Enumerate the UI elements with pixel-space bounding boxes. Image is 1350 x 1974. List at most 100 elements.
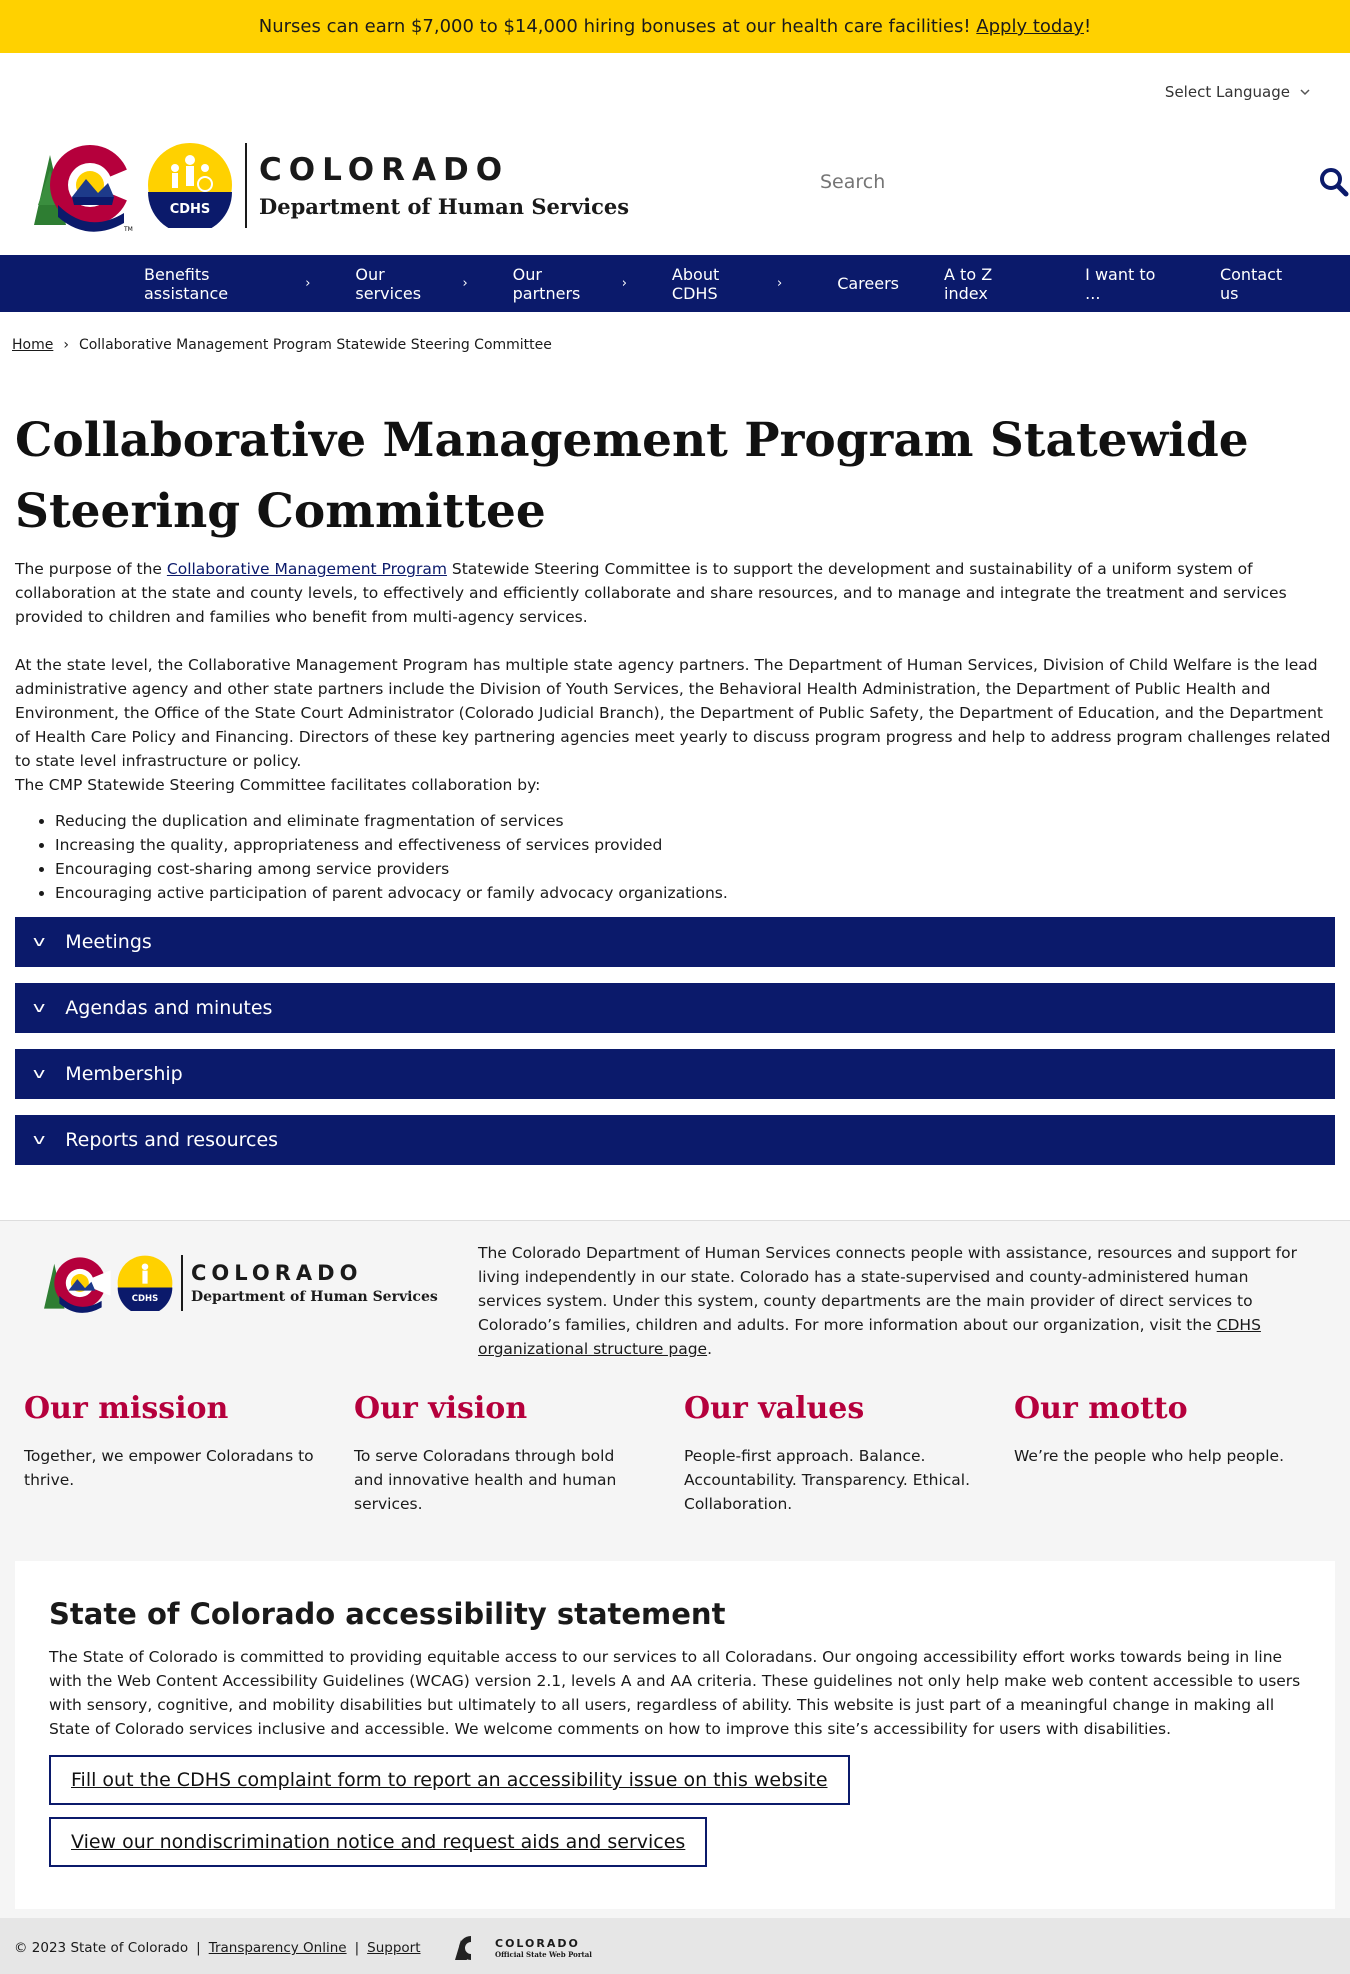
search-input[interactable]: [810, 162, 1290, 202]
pillar-values: Our values People-first approach. Balance…: [684, 1391, 1014, 1516]
cdhs-badge-label: CDHS: [132, 1293, 158, 1303]
pillar-text: We’re the people who help people.: [1014, 1447, 1285, 1465]
separator: |: [354, 1940, 360, 1956]
cdhs-badge-icon: CDHS: [117, 1255, 173, 1311]
nondiscrimination-button[interactable]: View our nondiscrimination notice and re…: [49, 1817, 708, 1867]
nav-label: Our partners: [512, 264, 581, 303]
banner-text-end: !: [1084, 16, 1092, 37]
logo-state-name: COLORADO: [191, 1261, 363, 1285]
accordion-label: Reports and resources: [65, 1129, 279, 1151]
nav-item-partners[interactable]: Our partners ›: [513, 265, 627, 303]
pillar-text: Together, we empower Coloradans to thriv…: [24, 1447, 314, 1489]
logo-divider: [245, 142, 247, 228]
accordion-label: Membership: [65, 1063, 183, 1085]
accordion-label: Meetings: [65, 931, 152, 953]
state-level-paragraph: At the state level, the Collaborative Ma…: [15, 656, 1331, 770]
footer-desc-end: .: [707, 1340, 713, 1358]
logo-text: COLORADO Department of Human Services: [259, 152, 629, 219]
list-item: Increasing the quality, appropriateness …: [55, 833, 1335, 857]
cdhs-badge-icon: CDHS: [148, 143, 232, 228]
logo-dept-name: Department of Human Services: [191, 1289, 438, 1305]
portal-label: Official State Web Portal: [495, 1950, 592, 1959]
accordion-agendas[interactable]: v Agendas and minutes: [15, 983, 1335, 1033]
accordion-membership[interactable]: v Membership: [15, 1049, 1335, 1099]
nav-item-benefits[interactable]: Benefits assistance ›: [144, 265, 310, 303]
colorado-c-small-icon: [455, 1936, 471, 1960]
main-content: Collaborative Management Program Statewi…: [15, 405, 1335, 1181]
trademark-label: TM: [123, 226, 133, 233]
search-icon[interactable]: [1318, 166, 1350, 198]
chevron-right-icon: ›: [462, 276, 468, 291]
pillar-motto: Our motto We’re the people who help peopl…: [1014, 1391, 1344, 1516]
nav-item-a-to-z[interactable]: A to Z index: [944, 265, 1040, 303]
pillar-mission: Our mission Together, we empower Colorada…: [24, 1391, 354, 1516]
pillar-text: People-first approach. Balance. Accounta…: [684, 1447, 971, 1513]
colorado-c-logo-icon: TM: [34, 145, 138, 233]
chevron-down-icon: v: [32, 934, 46, 950]
nav-label: A to Z index: [944, 264, 993, 303]
breadcrumb-separator: ›: [63, 337, 69, 353]
pillar-title: Our values: [684, 1391, 865, 1426]
nav-label: Our services: [355, 264, 422, 303]
copyright-text: © 2023 State of Colorado: [14, 1940, 189, 1956]
separator: |: [196, 1940, 201, 1956]
nav-item-contact[interactable]: Contact us: [1220, 265, 1305, 303]
chevron-down-icon: v: [32, 1066, 46, 1082]
nav-label: About CDHS: [671, 264, 720, 303]
site-header: TM CDHS COLORADO Department of Human Ser…: [28, 130, 1350, 240]
chevron-down-icon: v: [32, 1000, 46, 1016]
state-portal-logo[interactable]: COLORADO Official State Web Portal: [453, 1934, 592, 1962]
pillar-title: Our mission: [24, 1391, 229, 1426]
pillar-title: Our motto: [1014, 1391, 1188, 1426]
list-item: Encouraging cost-sharing among service p…: [55, 857, 1335, 881]
logo-state-name: COLORADO: [259, 151, 510, 188]
language-select[interactable]: Select Language: [1165, 83, 1310, 101]
chevron-right-icon: ›: [305, 276, 311, 291]
chevron-right-icon: ›: [621, 276, 627, 291]
chevron-right-icon: ›: [777, 276, 783, 291]
complaint-form-button[interactable]: Fill out the CDHS complaint form to repo…: [49, 1755, 850, 1805]
accordion-reports[interactable]: v Reports and resources: [15, 1115, 1335, 1165]
list-item: Encouraging active participation of pare…: [55, 881, 1335, 905]
colorado-c-logo-icon: [44, 1257, 111, 1313]
footer-description: The Colorado Department of Human Service…: [478, 1241, 1298, 1361]
transparency-link[interactable]: Transparency Online: [209, 1940, 347, 1956]
copyright-bar: © 2023 State of Colorado | Transparency …: [0, 1918, 1350, 1974]
language-label: Select Language: [1164, 83, 1290, 101]
nav-label: Contact us: [1219, 264, 1283, 303]
cmp-link[interactable]: Collaborative Management Program: [167, 560, 447, 578]
accessibility-title: State of Colorado accessibility statemen…: [49, 1597, 726, 1631]
cdhs-logo[interactable]: TM CDHS COLORADO Department of Human Ser…: [28, 135, 629, 235]
portal-state: COLORADO: [495, 1937, 580, 1950]
nav-item-i-want-to[interactable]: I want to ...: [1085, 265, 1175, 303]
intro-paragraph: The purpose of the Collaborative Managem…: [15, 557, 1335, 629]
chevron-down-icon: [1300, 88, 1310, 95]
apply-today-link[interactable]: Apply today: [976, 16, 1084, 37]
nav-label: Careers: [837, 274, 900, 293]
nav-item-careers[interactable]: Careers: [837, 274, 899, 293]
search-bar: [810, 160, 1350, 204]
logo-divider: [181, 1255, 183, 1311]
accordion-group: v Meetings v Agendas and minutes v Membersh…: [15, 917, 1335, 1165]
accordion-meetings[interactable]: v Meetings: [15, 917, 1335, 967]
accordion-label: Agendas and minutes: [65, 997, 273, 1019]
portal-text: COLORADO Official State Web Portal: [495, 1937, 592, 1959]
logo-text: COLORADO Department of Human Services: [191, 1261, 438, 1305]
support-link[interactable]: Support: [367, 1940, 420, 1956]
intro-text: The purpose of the: [15, 560, 167, 578]
footer-logo[interactable]: CDHS COLORADO Department of Human Servic…: [40, 1251, 438, 1315]
main-nav: Benefits assistance › Our services › Our p…: [0, 255, 1350, 312]
accessibility-text: The State of Colorado is committed to pr…: [49, 1648, 1301, 1738]
collaboration-list: Reducing the duplication and eliminate f…: [15, 809, 1335, 905]
breadcrumb: Home › Collaborative Management Program …: [12, 337, 552, 353]
alert-banner: Nurses can earn $7,000 to $14,000 hiring…: [0, 0, 1350, 53]
pillar-title: Our vision: [354, 1391, 528, 1426]
banner-text: Nurses can earn $7,000 to $14,000 hiring…: [258, 16, 971, 37]
pillar-text: To serve Coloradans through bold and inn…: [354, 1447, 617, 1513]
facilitates-paragraph: The CMP Statewide Steering Committee fac…: [15, 776, 541, 794]
nav-item-services[interactable]: Our services ›: [355, 265, 467, 303]
nav-label: Benefits assistance: [144, 264, 229, 303]
breadcrumb-home[interactable]: Home: [12, 337, 53, 353]
chevron-down-icon: v: [32, 1132, 46, 1148]
nav-item-about[interactable]: About CDHS ›: [672, 265, 782, 303]
